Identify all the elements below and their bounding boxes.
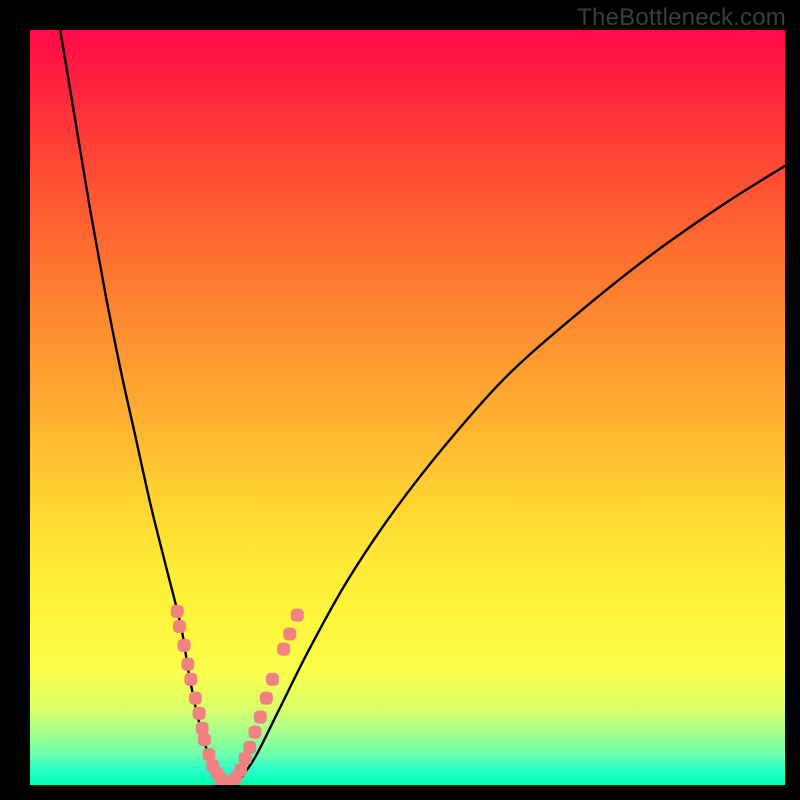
- bottleneck-curve: [60, 30, 785, 785]
- marker-layer: [171, 605, 304, 785]
- data-marker: [184, 673, 197, 686]
- data-marker: [189, 692, 202, 705]
- data-marker: [173, 620, 186, 633]
- data-marker: [277, 643, 290, 656]
- data-marker: [181, 658, 194, 671]
- curve-layer: [60, 30, 785, 785]
- data-marker: [198, 733, 211, 746]
- plot-area: [30, 30, 785, 785]
- chart-frame: TheBottleneck.com: [0, 0, 800, 800]
- watermark-text: TheBottleneck.com: [577, 4, 786, 32]
- data-marker: [243, 741, 256, 754]
- data-marker: [248, 726, 261, 739]
- data-marker: [193, 707, 206, 720]
- data-marker: [234, 763, 247, 776]
- data-marker: [291, 609, 304, 622]
- data-marker: [171, 605, 184, 618]
- data-marker: [202, 748, 215, 761]
- data-marker: [283, 628, 296, 641]
- data-marker: [178, 639, 191, 652]
- data-marker: [196, 722, 209, 735]
- data-marker: [254, 711, 267, 724]
- data-marker: [239, 752, 252, 765]
- data-marker: [266, 673, 279, 686]
- data-marker: [260, 692, 273, 705]
- chart-svg: [30, 30, 785, 785]
